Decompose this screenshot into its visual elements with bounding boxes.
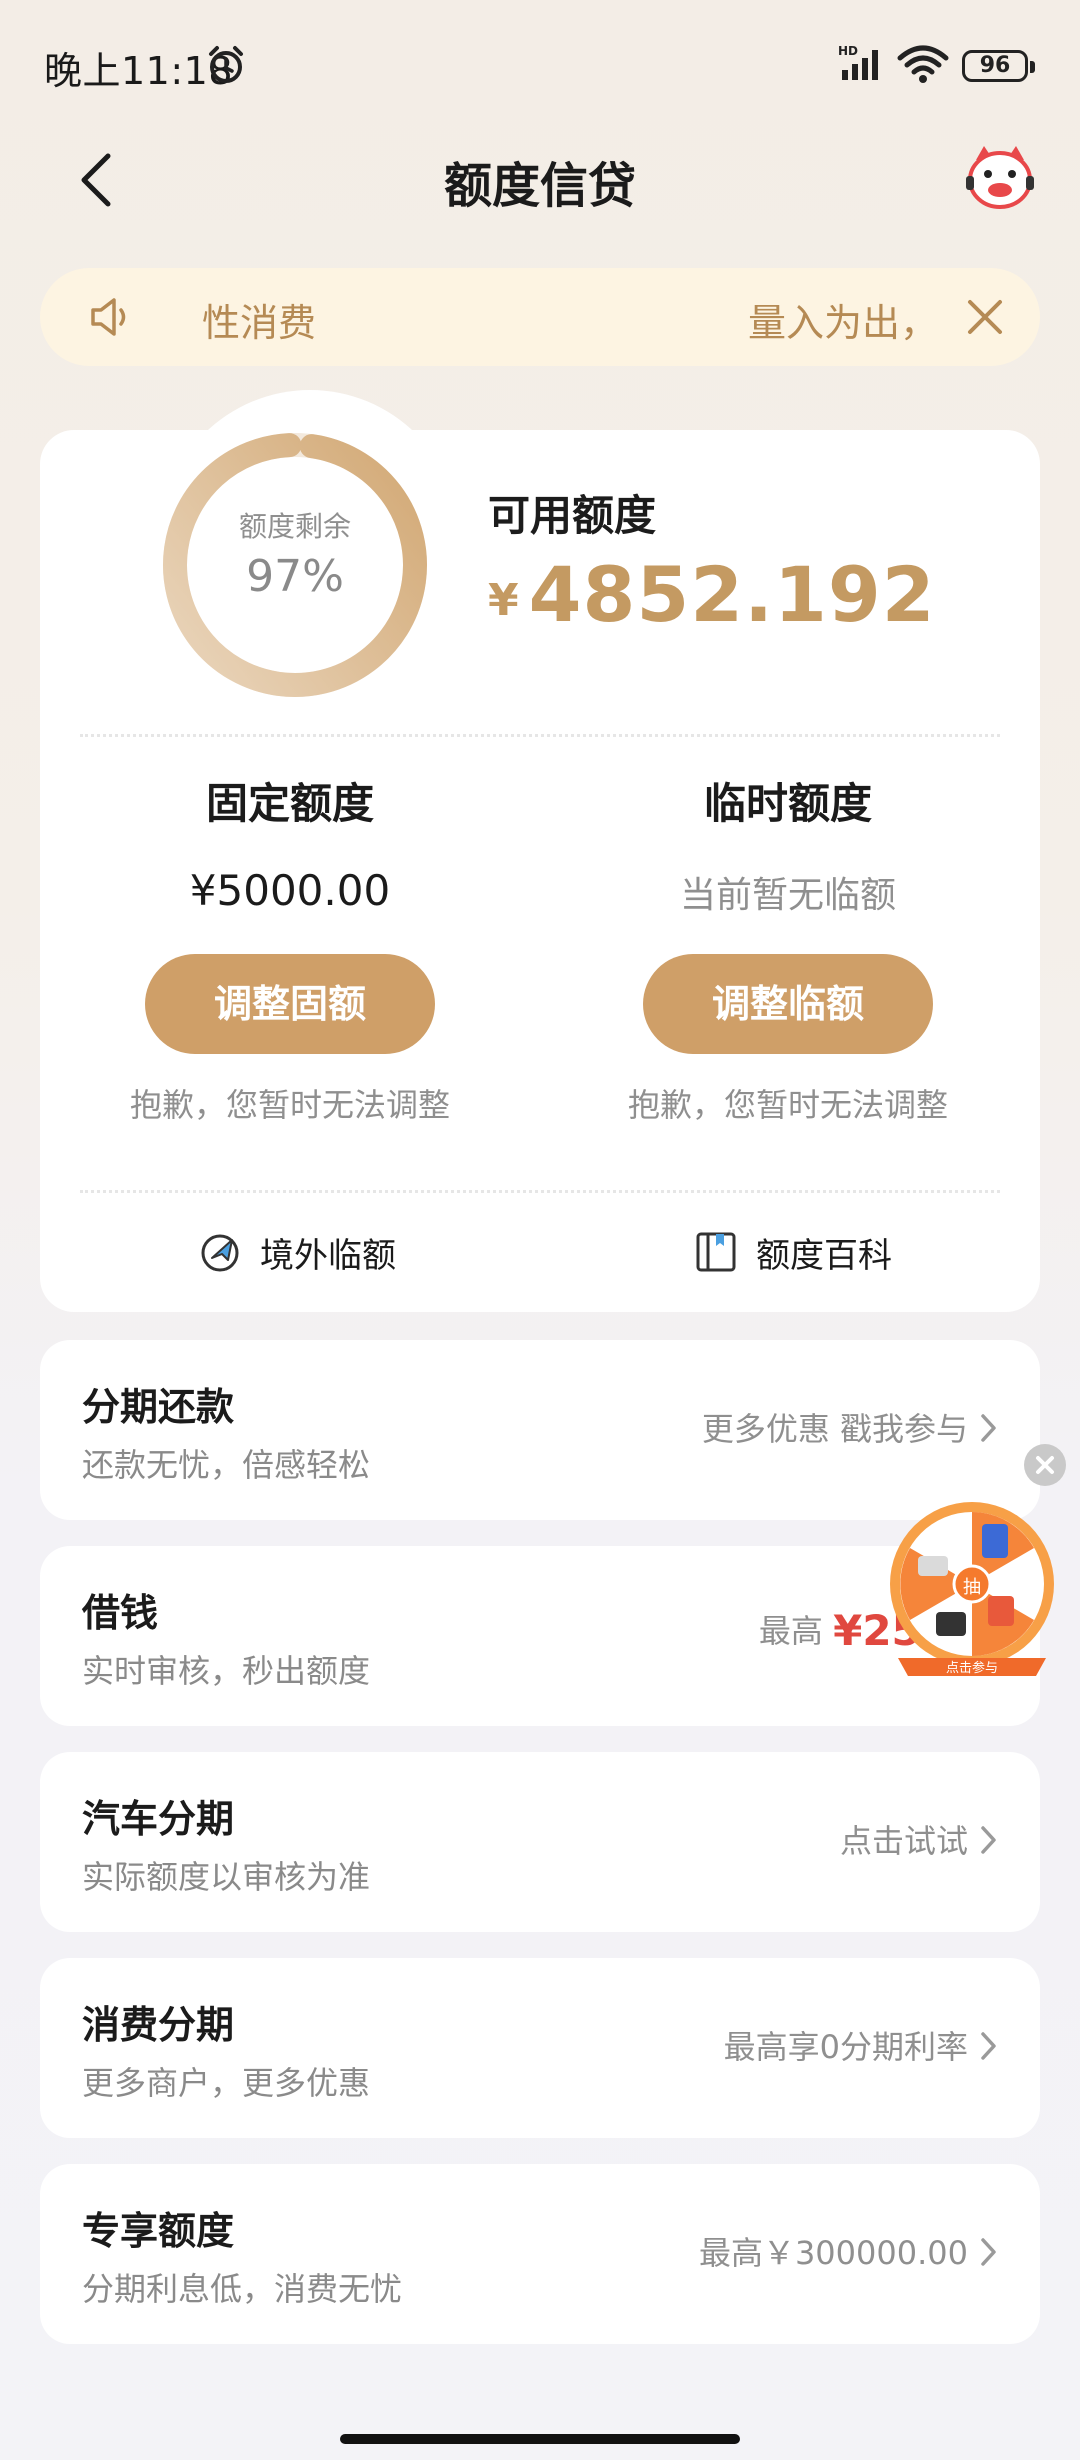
list-item-right-text: 点击试试 bbox=[839, 1822, 968, 1860]
fixed-limit-section: 固定额度 ¥5000.00 调整固额 抱歉，您暂时无法调整 bbox=[70, 770, 510, 1126]
page-title: 额度信贷 bbox=[443, 158, 636, 214]
list-item-title: 借钱 bbox=[82, 1591, 159, 1635]
overseas-temp-limit-label: 境外临额 bbox=[260, 1235, 396, 1276]
list-item-right-text: 最高￥300000.00 bbox=[698, 2234, 968, 2272]
page: 晚上11:18 HD 96 额度信贷 性消费 量入为出， 额度剩余 97% 可用… bbox=[0, 0, 1080, 2460]
chevron-right-icon bbox=[981, 1826, 996, 1854]
wifi-icon bbox=[897, 45, 949, 83]
header: 额度信贷 bbox=[0, 130, 1080, 225]
temp-limit-title: 临时额度 bbox=[703, 779, 872, 828]
speaker-icon bbox=[91, 298, 126, 336]
available-value: 4852.192 bbox=[528, 550, 936, 639]
mascot-icon[interactable] bbox=[964, 142, 1036, 212]
lottery-wheel-icon[interactable]: 抽 点击参与 bbox=[884, 1500, 1060, 1690]
close-icon[interactable] bbox=[1024, 1444, 1066, 1486]
temp-limit-value: 当前暂无临额 bbox=[679, 875, 896, 916]
available-currency: ¥ bbox=[488, 575, 519, 626]
available-label: 可用额度 bbox=[488, 491, 657, 540]
list-item-title: 汽车分期 bbox=[82, 1797, 235, 1841]
available-amount: ¥4852.192 bbox=[488, 550, 936, 639]
temp-limit-note: 抱歉，您暂时无法调整 bbox=[627, 1086, 948, 1124]
home-indicator[interactable] bbox=[340, 2434, 740, 2444]
wheel-center-label: 抽 bbox=[963, 1577, 981, 1598]
limit-wiki-label: 额度百科 bbox=[756, 1235, 892, 1276]
chevron-right-icon bbox=[981, 2032, 996, 2060]
list-item-right-text: 更多优惠 戳我参与 bbox=[701, 1410, 968, 1448]
remaining-ring: 额度剩余 97% bbox=[155, 425, 435, 705]
list-item-installment-repay[interactable]: 分期还款 还款无忧，倍感轻松 更多优惠 戳我参与 bbox=[40, 1340, 1040, 1520]
list-item-right-prefix: 最高 bbox=[758, 1612, 823, 1650]
close-icon[interactable] bbox=[964, 296, 1006, 338]
divider bbox=[80, 1190, 1000, 1193]
fixed-limit-note: 抱歉，您暂时无法调整 bbox=[129, 1086, 450, 1124]
list-item-title: 消费分期 bbox=[82, 2003, 235, 2047]
alarm-icon bbox=[209, 46, 243, 83]
ring-label: 额度剩余 bbox=[238, 510, 351, 543]
list-item-subtitle: 实时审核，秒出额度 bbox=[82, 1652, 371, 1690]
list-item-subtitle: 分期利息低，消费无忧 bbox=[82, 2270, 403, 2308]
adjust-temp-button[interactable]: 调整临额 bbox=[643, 954, 933, 1054]
list-item-subtitle: 实际额度以审核为准 bbox=[82, 1858, 371, 1896]
list-item-subtitle: 还款无忧，倍感轻松 bbox=[82, 1446, 371, 1484]
wheel-graphic: 抽 点击参与 bbox=[890, 1502, 1054, 1676]
list-item-right-text: 最高享0分期利率 bbox=[723, 2028, 968, 2066]
notice-text-left: 性消费 bbox=[202, 301, 317, 345]
card-links: 境外临额 额度百科 bbox=[40, 1220, 1040, 1290]
list-item-exclusive-limit[interactable]: 专享额度 分期利息低，消费无忧 最高￥300000.00 bbox=[40, 2164, 1040, 2344]
plane-icon bbox=[201, 1234, 239, 1272]
svg-text:HD: HD bbox=[838, 44, 858, 58]
adjust-fixed-button[interactable]: 调整固额 bbox=[145, 954, 435, 1054]
list-item-consumer-installment[interactable]: 消费分期 更多商户，更多优惠 最高享0分期利率 bbox=[40, 1958, 1040, 2138]
temp-limit-section: 临时额度 当前暂无临额 调整临额 抱歉，您暂时无法调整 bbox=[568, 770, 1008, 1126]
ring-value: 97% bbox=[246, 551, 344, 602]
overseas-temp-limit-link[interactable]: 境外临额 bbox=[198, 1220, 396, 1284]
credit-card: 额度剩余 97% 可用额度 ¥4852.192 固定额度 ¥5000.00 调整… bbox=[40, 390, 1040, 1312]
chevron-right-icon bbox=[981, 2238, 996, 2266]
list-item-title: 专享额度 bbox=[82, 2209, 235, 2253]
list-item-title: 分期还款 bbox=[82, 1385, 235, 1429]
book-icon bbox=[696, 1232, 736, 1272]
fixed-limit-title: 固定额度 bbox=[205, 779, 374, 828]
divider bbox=[80, 734, 1000, 737]
hd-signal-icon: HD bbox=[838, 44, 878, 80]
list-item-car-installment[interactable]: 汽车分期 实际额度以审核为准 点击试试 bbox=[40, 1752, 1040, 1932]
wheel-ribbon-label: 点击参与 bbox=[946, 1660, 998, 1676]
notice-bar: 性消费 量入为出， bbox=[40, 268, 1040, 366]
fixed-limit-value: ¥5000.00 bbox=[189, 866, 391, 915]
notice-text-right: 量入为出， bbox=[747, 301, 938, 345]
list-item-subtitle: 更多商户，更多优惠 bbox=[82, 2064, 371, 2102]
battery-icon: 96 bbox=[962, 50, 1035, 82]
status-bar: 晚上11:18 HD 96 bbox=[0, 0, 1080, 130]
limit-wiki-link[interactable]: 额度百科 bbox=[694, 1220, 892, 1284]
chevron-right-icon bbox=[981, 1414, 996, 1442]
